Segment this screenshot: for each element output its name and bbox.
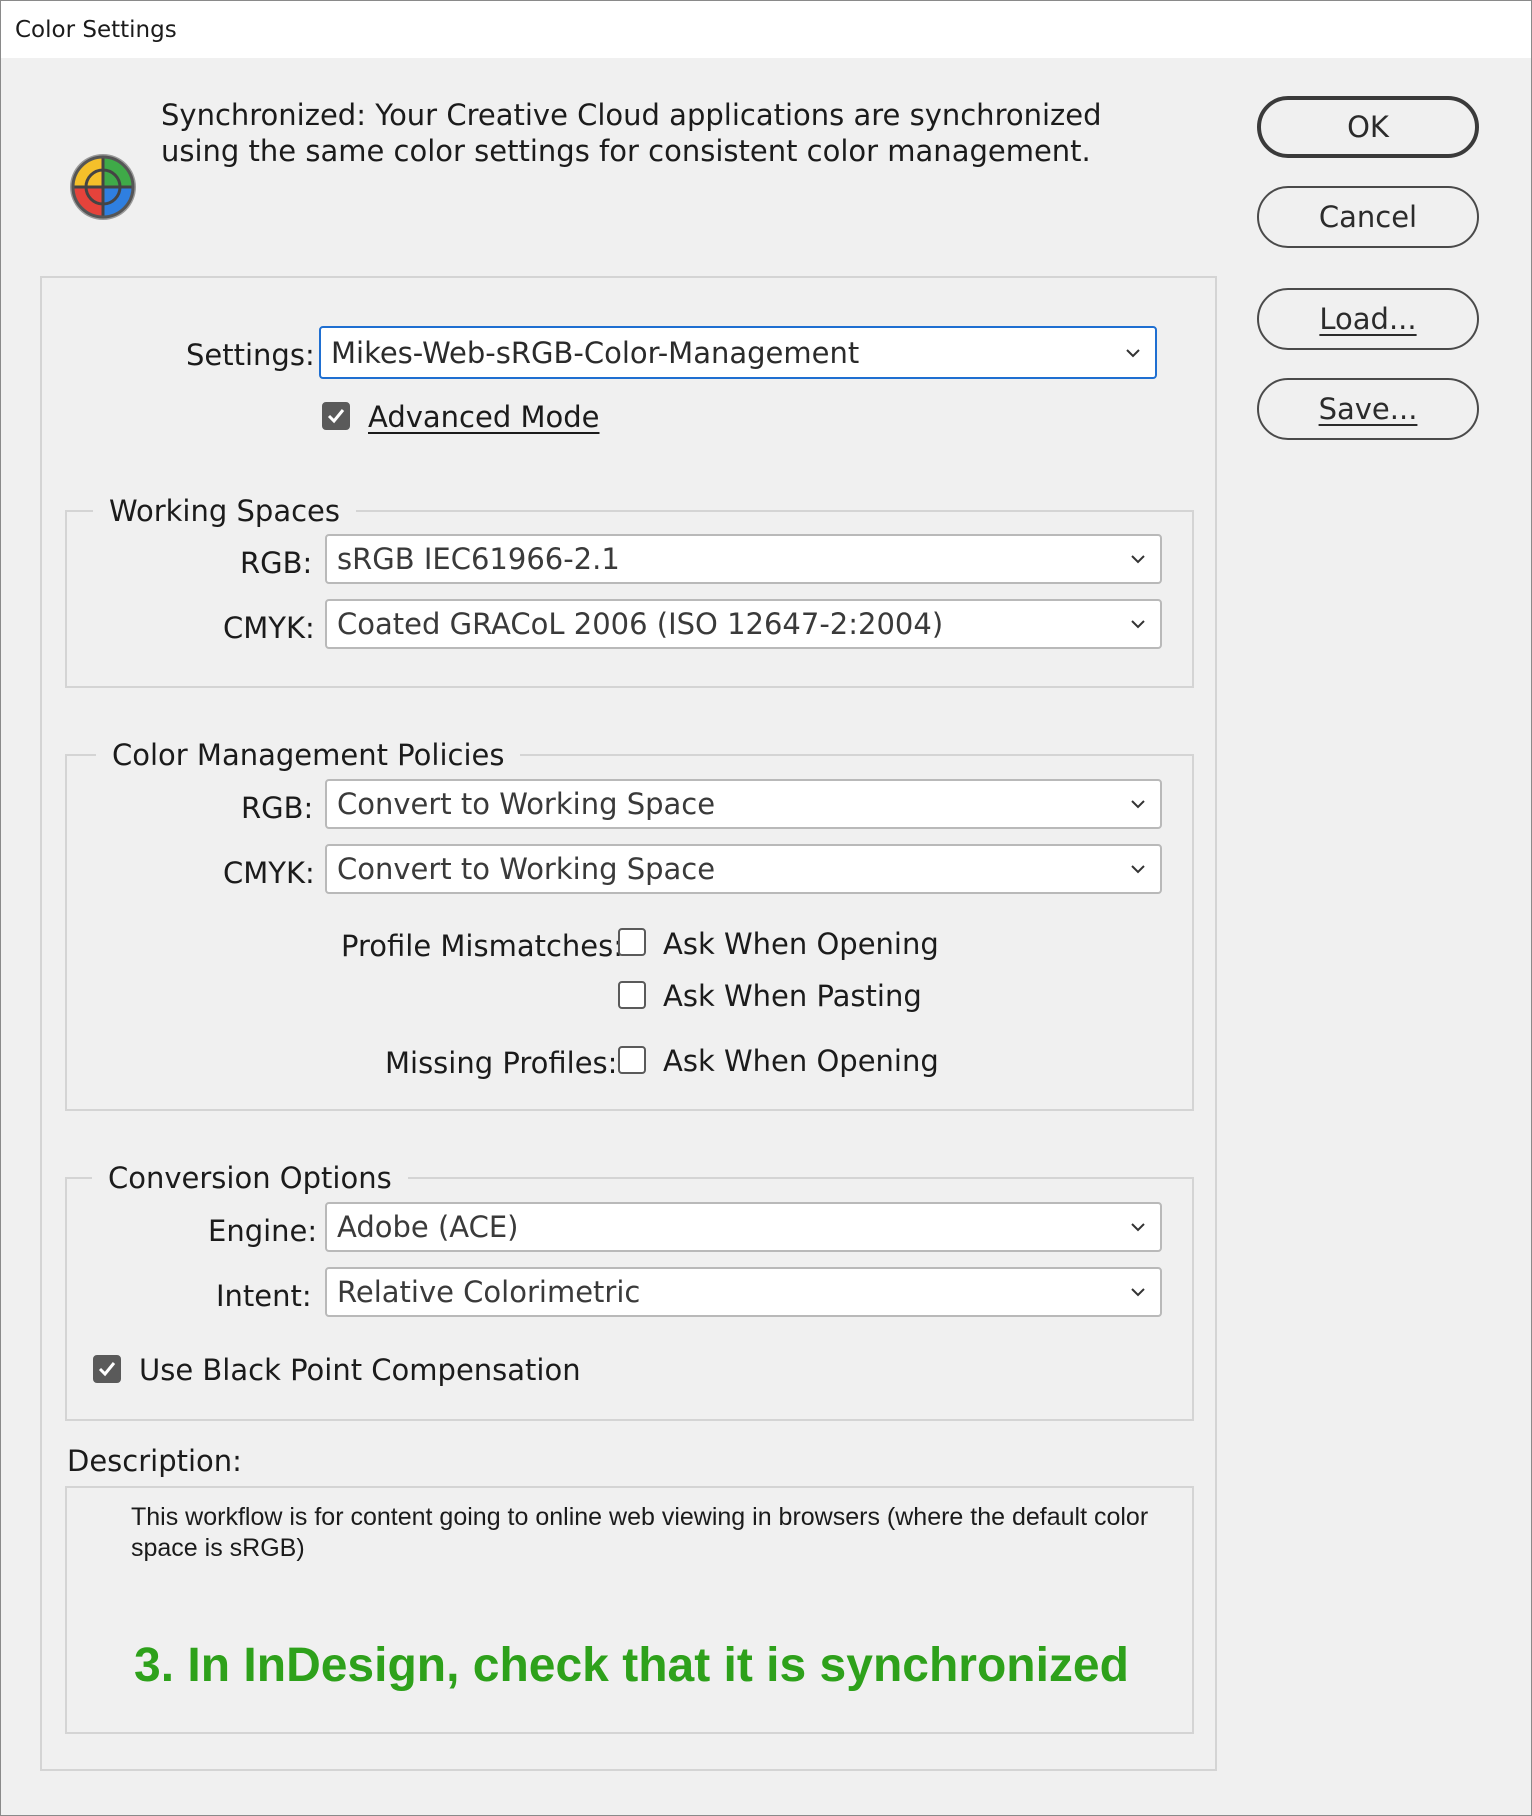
chevron-down-icon	[1131, 800, 1145, 809]
settings-value: Mikes-Web-sRGB-Color-Management	[331, 335, 860, 370]
policies-title: Color Management Policies	[96, 738, 521, 772]
ask-when-pasting-label: Ask When Pasting	[663, 979, 922, 1013]
ws-rgb-label: RGB:	[240, 546, 313, 580]
settings-select[interactable]: Mikes-Web-sRGB-Color-Management	[319, 326, 1157, 379]
profile-mismatches-label: Profile Mismatches:	[341, 929, 624, 963]
advanced-mode-label: Advanced Mode	[368, 400, 599, 434]
ask-when-opening-checkbox[interactable]	[618, 928, 646, 956]
black-point-compensation-checkbox[interactable]	[93, 1355, 121, 1383]
window-title: Color Settings	[15, 17, 177, 43]
engine-select[interactable]: Adobe (ACE)	[325, 1202, 1162, 1252]
policy-cmyk-label: CMYK:	[223, 856, 315, 890]
chevron-down-icon	[1131, 1223, 1145, 1232]
policy-cmyk-select[interactable]: Convert to Working Space	[325, 844, 1162, 894]
black-point-compensation-label: Use Black Point Compensation	[139, 1353, 581, 1387]
checkmark-icon	[98, 1362, 116, 1377]
ws-cmyk-select[interactable]: Coated GRACoL 2006 (ISO 12647-2:2004)	[325, 599, 1162, 649]
working-spaces-title: Working Spaces	[93, 494, 356, 528]
title-bar: Color Settings	[1, 1, 1531, 58]
chevron-down-icon	[1131, 555, 1145, 564]
ws-rgb-value: sRGB IEC61966-2.1	[337, 542, 620, 576]
settings-label: Settings:	[186, 338, 315, 372]
chevron-down-icon	[1131, 865, 1145, 874]
missing-ask-when-opening-label: Ask When Opening	[663, 1044, 939, 1078]
description-text: This workflow is for content going to on…	[131, 1503, 1149, 1562]
sync-message: Synchronized: Your Creative Cloud applic…	[161, 98, 1102, 168]
ws-rgb-select[interactable]: sRGB IEC61966-2.1	[325, 534, 1162, 584]
cancel-button[interactable]: Cancel	[1257, 186, 1479, 248]
policy-rgb-label: RGB:	[241, 791, 314, 825]
description-label: Description:	[67, 1444, 242, 1478]
advanced-mode-checkbox[interactable]	[322, 402, 350, 430]
engine-label: Engine:	[208, 1214, 318, 1248]
save-button[interactable]: Save...	[1257, 378, 1479, 440]
chevron-down-icon	[1126, 348, 1140, 357]
description-box: This workflow is for content going to on…	[65, 1486, 1194, 1734]
load-button[interactable]: Load...	[1257, 288, 1479, 350]
engine-value: Adobe (ACE)	[337, 1210, 519, 1244]
missing-profiles-label: Missing Profiles:	[385, 1046, 618, 1080]
intent-select[interactable]: Relative Colorimetric	[325, 1267, 1162, 1317]
conversion-title: Conversion Options	[92, 1161, 408, 1195]
intent-value: Relative Colorimetric	[337, 1275, 641, 1309]
ws-cmyk-label: CMYK:	[223, 611, 315, 645]
intent-label: Intent:	[216, 1279, 312, 1313]
policy-cmyk-value: Convert to Working Space	[337, 852, 716, 886]
ask-when-opening-label: Ask When Opening	[663, 927, 939, 961]
ok-button[interactable]: OK	[1257, 96, 1479, 158]
chevron-down-icon	[1131, 620, 1145, 629]
policy-rgb-value: Convert to Working Space	[337, 787, 716, 821]
annotation-text: 3. In InDesign, check that it is synchro…	[134, 1639, 1129, 1692]
save-button-label: Save...	[1318, 392, 1418, 426]
advanced-mode-text: Advanced Mode	[368, 400, 600, 434]
ws-cmyk-value: Coated GRACoL 2006 (ISO 12647-2:2004)	[337, 607, 944, 641]
color-settings-dialog: Color Settings Synchronized: Your Creati…	[0, 0, 1532, 1816]
ask-when-pasting-checkbox[interactable]	[618, 981, 646, 1009]
policy-rgb-select[interactable]: Convert to Working Space	[325, 779, 1162, 829]
color-wheel-icon	[70, 154, 136, 220]
checkmark-icon	[327, 409, 345, 424]
missing-ask-when-opening-checkbox[interactable]	[618, 1046, 646, 1074]
chevron-down-icon	[1131, 1288, 1145, 1297]
load-button-label: Load...	[1319, 302, 1417, 336]
